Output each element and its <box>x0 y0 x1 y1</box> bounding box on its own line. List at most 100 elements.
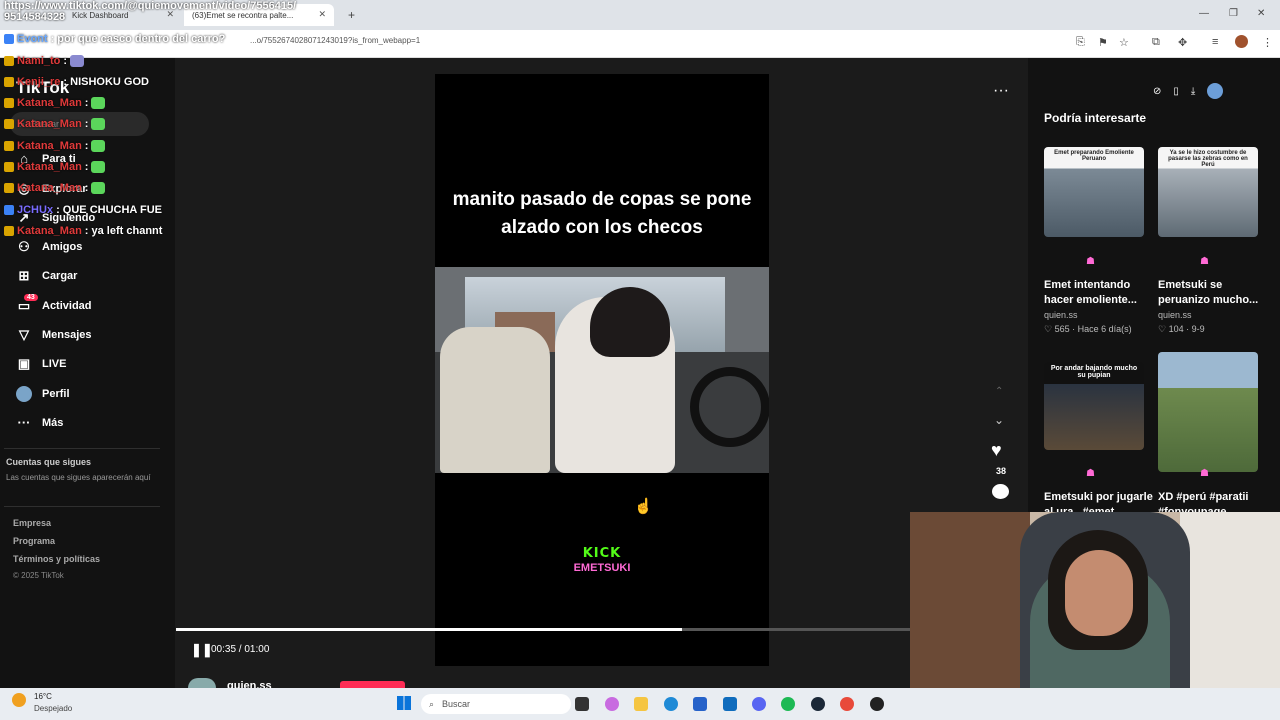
chat-text: : <box>84 140 89 152</box>
crown-icon <box>4 141 14 151</box>
edge-icon[interactable] <box>664 697 678 711</box>
spotify-icon[interactable] <box>781 697 795 711</box>
card-title[interactable]: Emetsuki por jugarle al ura...#emet <box>1044 490 1154 512</box>
globe-icon[interactable] <box>1207 83 1224 99</box>
outlook-icon[interactable] <box>723 697 737 711</box>
chat-text: : <box>84 182 89 194</box>
chat-message: Katana_Man: <box>4 97 106 109</box>
card-title[interactable]: Emet intentando hacer emoliente... <box>1044 278 1154 308</box>
close-icon[interactable]: ✕ <box>318 9 326 20</box>
video-caption: manito pasado de copas se pone alzado co… <box>452 189 752 238</box>
chat-text: : <box>84 161 89 173</box>
chat-message: Katana_Man: ya left channt <box>4 225 162 237</box>
footer-link-empresa[interactable]: Empresa <box>13 518 51 528</box>
close-window-icon[interactable]: ✕ <box>1257 8 1265 19</box>
sidebar-item-label: Cargar <box>42 270 78 282</box>
card-author[interactable]: quien.ss <box>1044 310 1078 320</box>
emote-icon <box>91 161 106 173</box>
author-avatar[interactable] <box>188 678 216 688</box>
weather-sun-icon[interactable] <box>12 693 26 707</box>
thumbnail-card-4[interactable] <box>1158 352 1258 472</box>
new-tab-icon[interactable]: + <box>348 8 355 22</box>
steering-wheel <box>690 367 769 447</box>
profile-avatar[interactable] <box>1235 35 1248 48</box>
chevron-down-icon[interactable]: ⌄ <box>994 413 1004 427</box>
profile-icon <box>16 386 32 402</box>
minimize-icon[interactable]: — <box>1199 8 1209 19</box>
sidebar-item-label: LIVE <box>42 358 67 370</box>
following-note: Las cuentas que sigues aparecerán aquí <box>6 473 151 482</box>
chat-text: : <box>84 118 89 130</box>
chrome-icon[interactable] <box>840 697 854 711</box>
sidebar-item-live[interactable]: ▣ LIVE <box>16 356 67 372</box>
notification-badge: 43 <box>24 294 38 301</box>
emote-icon <box>70 55 85 67</box>
bookmark-star-icon[interactable]: ☆ <box>1119 36 1129 49</box>
store-icon[interactable] <box>693 697 707 711</box>
event-text: : por que casco dentro del carro? <box>50 33 226 45</box>
pause-icon[interactable]: ❚❚ <box>191 642 213 658</box>
windows-start-icon[interactable] <box>397 696 411 710</box>
url-text[interactable]: ...o/7552674028071243019?is_from_webapp=… <box>250 36 420 45</box>
copilot-icon[interactable] <box>605 697 619 711</box>
chat-message: Katana_Man: <box>4 161 106 173</box>
thumbnail-caption: Emet preparando Emoliente Peruano <box>1054 150 1134 162</box>
crown-icon <box>4 226 14 236</box>
emote-icon <box>91 97 106 109</box>
card-author[interactable]: quien.ss <box>1158 310 1192 320</box>
steam-icon[interactable] <box>811 697 825 711</box>
progress-fill <box>176 628 682 631</box>
following-heading: Cuentas que sigues <box>6 457 92 467</box>
chat-user: Katana_Man <box>17 97 82 109</box>
kick-logo-icon: ☗ <box>1086 468 1095 479</box>
chat-user: Kenji_re <box>17 76 61 88</box>
comment-icon[interactable] <box>992 484 1009 499</box>
sidebar-item-perfil[interactable]: Perfil <box>16 386 70 402</box>
extensions-icon[interactable]: ⧉ <box>1152 36 1160 49</box>
chat-user: JCHUx <box>17 204 54 216</box>
chevron-up-icon[interactable]: ⌃ <box>995 386 1003 397</box>
puzzle-icon[interactable]: ✥ <box>1178 36 1187 49</box>
chat-message: JCHUx: QUE CHUCHA FUE <box>4 204 162 216</box>
card-title[interactable]: XD #perú #paratii #fonyoupage <box>1158 490 1268 512</box>
taskbar-search[interactable]: ⌕ Buscar <box>421 694 571 714</box>
card-title[interactable]: Emetsuki se peruanizo mucho... <box>1158 278 1268 308</box>
footer-link-programa[interactable]: Programa <box>13 536 55 546</box>
follow-button[interactable] <box>340 681 405 688</box>
crown-icon <box>4 205 14 215</box>
install-icon[interactable]: ⎘ <box>1076 36 1085 49</box>
discord-icon[interactable] <box>752 697 766 711</box>
sidebar-item-amigos[interactable]: ⚇ Amigos <box>16 239 82 255</box>
weather-temp[interactable]: 16°C <box>34 692 52 701</box>
chat-message: Nami_to: <box>4 55 85 67</box>
translate-icon[interactable]: ⚑ <box>1098 36 1108 49</box>
heart-icon[interactable]: ♥ <box>991 440 1002 461</box>
sidebar-item-mas[interactable]: ··· Más <box>16 415 64 430</box>
author-name[interactable]: quien.ss <box>227 680 272 688</box>
footer-link-terminos[interactable]: Términos y políticas <box>13 554 100 564</box>
chat-text: : <box>84 97 89 109</box>
download-icon[interactable]: ⤓ <box>1191 86 1195 97</box>
chat-text: : <box>63 55 68 67</box>
kick-logo-icon: ☗ <box>1086 256 1095 267</box>
kick-logo-icon: ☗ <box>1200 468 1209 479</box>
task-view-icon[interactable] <box>575 697 589 711</box>
obs-icon[interactable] <box>870 697 884 711</box>
chat-text: : QUE CHUCHA FUE <box>56 204 163 216</box>
device-icon[interactable]: ▯ <box>1173 86 1179 97</box>
file-explorer-icon[interactable] <box>634 697 648 711</box>
sidebar-item-mensajes[interactable]: ▽ Mensajes <box>16 327 92 343</box>
sidebar-item-cargar[interactable]: ⊞ Cargar <box>16 268 78 284</box>
chat-text: : NISHOKU GOD <box>63 76 149 88</box>
divider <box>4 448 160 449</box>
friends-icon: ⚇ <box>18 239 30 254</box>
menu-dots-icon[interactable]: ⋮ <box>1262 36 1273 49</box>
more-options-icon[interactable]: ··· <box>993 82 1009 100</box>
maximize-icon[interactable]: ❐ <box>1229 8 1238 19</box>
messages-icon: ▽ <box>19 327 29 342</box>
chat-user: Nami_to <box>17 55 61 67</box>
settings-icon[interactable]: ⊘ <box>1153 86 1161 97</box>
search-icon: ⌕ <box>429 698 435 709</box>
media-icon[interactable]: ≡ <box>1212 36 1218 48</box>
time-current: 00:35 <box>211 644 237 655</box>
